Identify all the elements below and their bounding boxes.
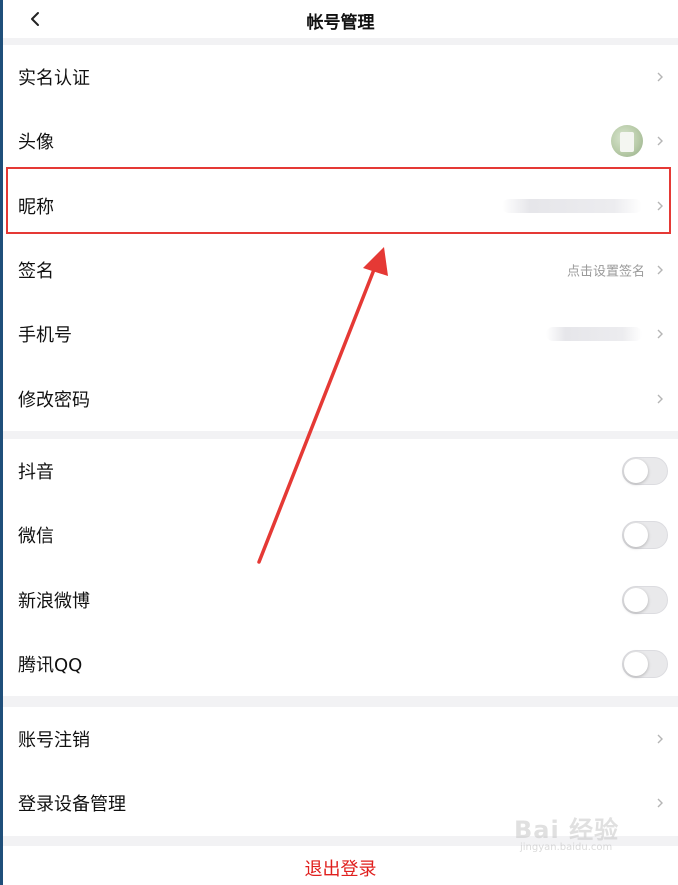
toggle-knob xyxy=(624,652,648,677)
list-item-label: 签名 xyxy=(18,261,54,283)
list-item-avatar[interactable]: 头像 xyxy=(3,109,678,173)
list-item-label: 实名认证 xyxy=(18,68,90,90)
logout-label: 退出登录 xyxy=(304,859,377,880)
third-party-binding-group: 抖音 微信 新浪微博 腾讯QQ xyxy=(3,439,678,697)
list-item-label: 腾讯QQ xyxy=(18,655,83,677)
list-item-label: 登录设备管理 xyxy=(18,794,126,816)
list-item-change-password[interactable]: 修改密码 xyxy=(3,366,678,430)
account-settings-group: 实名认证 头像 昵称 签名 点击设置签名 手机号 修改密码 xyxy=(3,45,678,431)
avatar xyxy=(611,125,643,158)
list-item-label: 微信 xyxy=(18,526,54,548)
chevron-right-icon xyxy=(657,72,663,82)
list-item-label: 抖音 xyxy=(18,462,54,484)
watermark-subtext: jingyan.baidu.com xyxy=(520,842,613,853)
wechat-toggle[interactable] xyxy=(622,521,668,550)
header-bar: 帐号管理 xyxy=(3,0,678,38)
list-item-label: 账号注销 xyxy=(18,730,90,752)
list-item-label: 修改密码 xyxy=(18,389,90,411)
chevron-right-icon xyxy=(657,136,663,146)
douyin-toggle[interactable] xyxy=(622,457,668,486)
list-item-weibo: 新浪微博 xyxy=(3,568,678,632)
list-item-account-deletion[interactable]: 账号注销 xyxy=(3,707,678,771)
list-item-qq: 腾讯QQ xyxy=(3,632,678,696)
signature-hint: 点击设置签名 xyxy=(566,264,645,280)
list-item-label: 手机号 xyxy=(18,325,72,347)
chevron-right-icon xyxy=(657,798,663,808)
list-item-wechat: 微信 xyxy=(3,503,678,567)
list-item-real-name[interactable]: 实名认证 xyxy=(3,45,678,109)
blurred-phone-number xyxy=(546,327,642,342)
toggle-knob xyxy=(624,587,648,612)
baidu-jingyan-watermark: Bai 经验 jingyan.baidu.com xyxy=(514,806,644,858)
qq-toggle[interactable] xyxy=(622,650,668,679)
chevron-right-icon xyxy=(657,329,663,339)
chevron-right-icon xyxy=(657,734,663,744)
list-item-phone[interactable]: 手机号 xyxy=(3,302,678,366)
page-title: 帐号管理 xyxy=(306,13,375,33)
annotation-highlight-box xyxy=(6,167,671,234)
list-item-douyin: 抖音 xyxy=(3,439,678,503)
toggle-knob xyxy=(624,523,648,548)
weibo-toggle[interactable] xyxy=(622,585,668,614)
chevron-right-icon xyxy=(657,394,663,404)
list-item-signature[interactable]: 签名 点击设置签名 xyxy=(3,238,678,302)
list-item-label: 头像 xyxy=(18,132,54,154)
list-item-label: 新浪微博 xyxy=(18,590,90,612)
toggle-knob xyxy=(624,459,648,484)
chevron-right-icon xyxy=(657,265,663,275)
watermark-text: Bai 经验 xyxy=(514,816,620,844)
